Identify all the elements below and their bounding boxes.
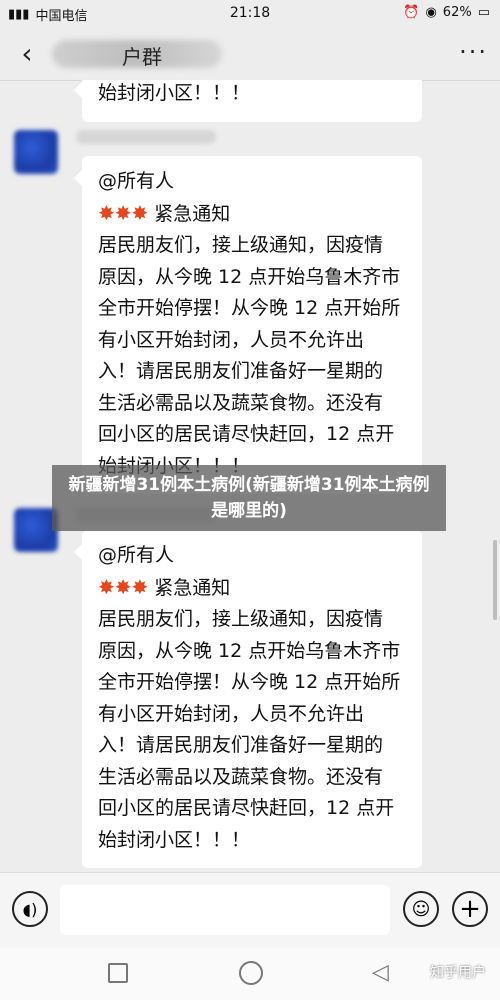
system-nav-bar: ◁ 知乎用户: [0, 948, 500, 1000]
status-bar: ▮▮▮ 中国电信 21:18 ⏰ ◉ 62% ▭: [0, 0, 500, 28]
watermark: 知乎用户: [430, 965, 486, 981]
input-bar: ◖) ☺ +: [0, 872, 500, 949]
wifi-icon: ◉: [425, 5, 437, 20]
recents-icon[interactable]: [108, 963, 128, 983]
plus-icon[interactable]: +: [452, 891, 488, 927]
home-icon[interactable]: [239, 961, 263, 985]
alarm-icon: ⏰: [403, 5, 420, 20]
caption-overlay: 新疆新增31例本土病例(新疆新增31例本土病例是哪里的): [52, 465, 446, 531]
message-input[interactable]: [60, 885, 390, 935]
message-bubble[interactable]: @所有人 ✸✸✸ 紧急通知 居民朋友们，接上级通知，因疫情 原因，从今晚 12 点…: [74, 156, 422, 494]
message-bubble: 始封闭小区！！！: [74, 80, 422, 122]
battery-percent: 62%: [442, 5, 472, 20]
burst-emoji-icon: ✸✸✸: [98, 574, 149, 599]
chat-header: ‹ 户群 ···: [0, 28, 500, 81]
emoji-icon[interactable]: ☺: [403, 891, 439, 927]
avatar[interactable]: [14, 130, 58, 174]
burst-emoji-icon: ✸✸✸: [98, 200, 149, 225]
scrollbar[interactable]: [493, 540, 497, 620]
sender-name-redacted: [76, 130, 216, 144]
more-icon[interactable]: ···: [459, 38, 488, 66]
voice-icon[interactable]: ◖): [12, 891, 48, 927]
battery-icon: ▭: [477, 5, 490, 20]
back-chevron-icon[interactable]: ‹: [14, 37, 40, 70]
nav-back-icon[interactable]: ◁: [372, 960, 389, 985]
chat-title[interactable]: 户群: [122, 41, 162, 70]
message-bubble[interactable]: @所有人 ✸✸✸ 紧急通知 居民朋友们，接上级通知，因疫情 原因，从今晚 12 点…: [74, 530, 422, 868]
